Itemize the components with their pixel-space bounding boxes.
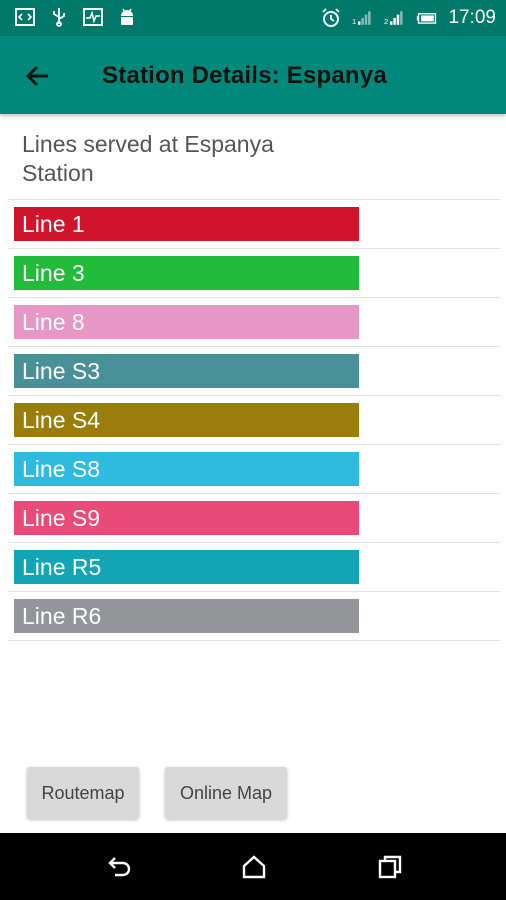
line-chip[interactable]: Line 1: [14, 207, 359, 241]
back-button[interactable]: [22, 60, 54, 92]
back-nav-icon[interactable]: [106, 853, 134, 881]
section-heading: Lines served at Espanya Station: [22, 131, 274, 186]
list-item[interactable]: Line S9: [8, 493, 500, 542]
line-list: Line 1 Line 3 Line 8 Line S3 Line S4 Lin…: [8, 199, 500, 641]
home-icon[interactable]: [240, 853, 268, 881]
list-item[interactable]: Line 1: [8, 199, 500, 248]
line-chip[interactable]: Line 3: [14, 256, 359, 290]
svg-text:1: 1: [352, 17, 356, 26]
list-item[interactable]: Line S3: [8, 346, 500, 395]
line-chip[interactable]: Line S9: [14, 501, 359, 535]
clock: 17:09: [448, 7, 496, 28]
signal-1-icon: 1: [352, 7, 374, 29]
line-chip[interactable]: Line S8: [14, 452, 359, 486]
pulse-icon: [82, 6, 104, 28]
code-icon: [14, 6, 36, 28]
usb-icon: [48, 6, 70, 28]
signal-2-icon: 2: [384, 7, 406, 29]
svg-text:2: 2: [384, 17, 388, 26]
list-item[interactable]: Line 3: [8, 248, 500, 297]
status-bar: 1 2 17:09: [0, 0, 506, 36]
routemap-button[interactable]: Routemap: [27, 767, 139, 819]
line-chip[interactable]: Line R5: [14, 550, 359, 584]
line-chip[interactable]: Line 8: [14, 305, 359, 339]
arrow-back-icon: [25, 65, 48, 87]
list-item[interactable]: Line R5: [8, 542, 500, 591]
app-bar: Station Details: Espanya: [0, 36, 506, 114]
alarm-icon: [320, 7, 342, 29]
list-item[interactable]: Line R6: [8, 591, 500, 641]
page-title: Station Details: Espanya: [102, 62, 387, 89]
recents-icon[interactable]: [376, 853, 404, 881]
list-item[interactable]: Line S4: [8, 395, 500, 444]
battery-icon: [416, 7, 438, 29]
navigation-bar: [0, 833, 506, 900]
line-chip[interactable]: Line S3: [14, 354, 359, 388]
list-item[interactable]: Line 8: [8, 297, 500, 346]
line-chip[interactable]: Line R6: [14, 599, 359, 633]
list-item[interactable]: Line S8: [8, 444, 500, 493]
notification-icons: [14, 6, 138, 28]
line-chip[interactable]: Line S4: [14, 403, 359, 437]
system-status: 1 2 17:09: [320, 5, 496, 31]
online-map-button[interactable]: Online Map: [165, 767, 287, 819]
android-icon: [116, 6, 138, 28]
